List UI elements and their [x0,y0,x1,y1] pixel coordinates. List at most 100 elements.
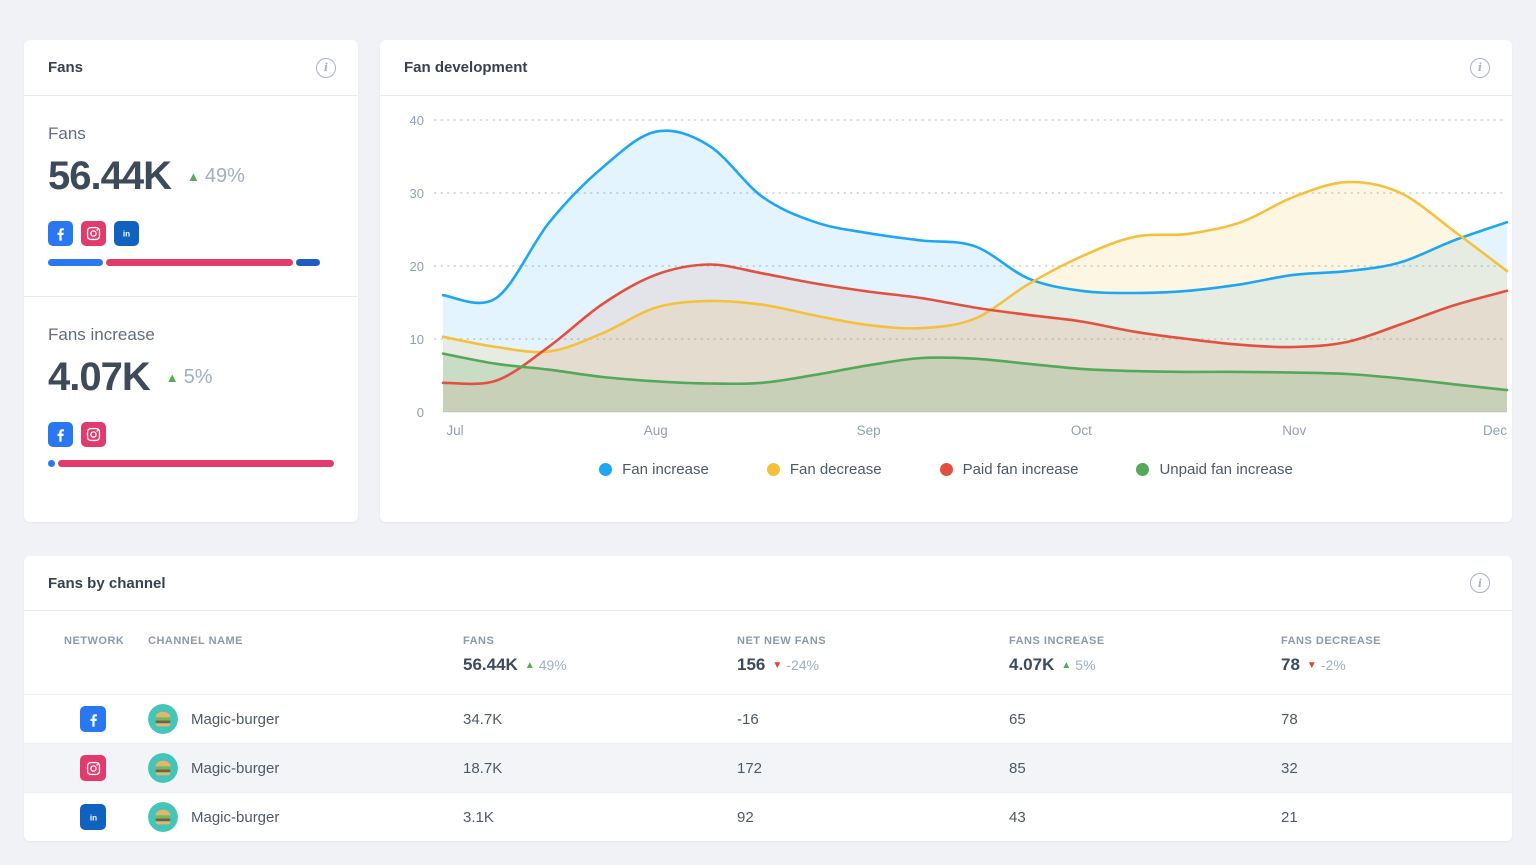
legend-item-paid-fan-increase[interactable]: Paid fan increase [939,461,1079,478]
stat-delta-percent: 49% [204,165,245,187]
trend-down-icon: ▼ [772,659,783,671]
network-icon-row: in [48,221,334,246]
summary-delta: ▼ -24% [772,657,819,673]
channel-avatar [148,753,178,783]
column-header-network[interactable]: NETWORK [48,635,148,647]
legend-item-fan-decrease[interactable]: Fan decrease [766,461,882,478]
summary-delta-percent: -24% [786,657,819,673]
cell-channel: Magic-burger [148,802,463,832]
legend-item-unpaid-fan-increase[interactable]: Unpaid fan increase [1136,461,1293,478]
summary-value: 56.44K [463,655,518,674]
table-summary-row: NETWORK CHANNEL NAME FANS 56.44K ▲ 49% NET NEW… [24,611,1512,694]
cell-increase: 85 [1009,759,1026,777]
stat-value: 4.07K [48,355,151,399]
column-label: NETWORK [64,635,125,647]
table-row-instagram[interactable]: Magic-burger 18.7K 172 85 32 [24,743,1512,792]
facebook-icon[interactable] [48,221,73,246]
network-icon-row [48,422,334,447]
trend-down-icon: ▼ [1306,659,1317,671]
cell-network [48,755,148,781]
cell-channel: Magic-burger [148,704,463,734]
x-axis-month-label: Sep [857,423,881,438]
instagram-icon[interactable] [80,755,106,781]
summary-delta-percent: 5% [1075,657,1096,673]
instagram-icon[interactable] [81,221,106,246]
trend-up-icon: ▲ [165,370,179,385]
legend-label: Fan increase [622,461,709,478]
column-summary: 4.07K ▲ 5% [1009,655,1281,675]
network-share-bar [48,259,320,266]
table-row-facebook[interactable]: Magic-burger 34.7K -16 65 78 [24,694,1512,743]
info-icon[interactable]: i [316,57,336,78]
facebook-share-segment [48,460,55,467]
summary-value: 78 [1281,655,1300,674]
y-axis-tick-label: 20 [410,259,424,274]
stat-label: Fans increase [48,325,155,344]
cell-decrease: 32 [1281,759,1298,777]
cell-network [48,706,148,732]
stat-value-row: 4.07K ▲ 5% [48,355,334,400]
y-axis-tick-label: 30 [410,186,424,201]
summary-delta-percent: 49% [538,657,567,673]
instagram-icon[interactable] [81,422,106,447]
linkedin-share-segment [296,259,320,266]
cell-net_new: -16 [737,710,759,728]
x-axis-month-label: Nov [1282,423,1306,438]
column-header-channel[interactable]: CHANNEL NAME [148,635,463,647]
column-header-decrease[interactable]: FANS DECREASE 78 ▼ -2% [1281,635,1488,675]
info-icon[interactable]: i [1470,573,1490,593]
table-card-title: Fans by channel [48,574,166,592]
instagram-share-segment [106,259,294,266]
fans-card-title: Fans [48,59,84,76]
y-axis-tick-label: 0 [417,405,424,420]
table-card-header: Fans by channel i [24,556,1512,611]
x-axis-month-label: Jul [446,423,463,438]
column-label: CHANNEL NAME [148,635,244,647]
column-summary: 78 ▼ -2% [1281,655,1488,675]
linkedin-icon[interactable]: in [80,804,106,830]
cell-increase: 43 [1009,808,1026,826]
trend-up-icon: ▲ [186,169,200,184]
fan-development-chart: 0 10 20 30 40 Jul Aug Sep Oct Nov Dec [410,113,1509,438]
column-header-fans[interactable]: FANS 56.44K ▲ 49% [463,635,737,675]
channel-name: Magic-burger [191,759,280,777]
column-label: FANS INCREASE [1009,635,1105,647]
channel-name: Magic-burger [191,808,280,826]
fans-card-header: Fans i [24,40,358,96]
legend-dot-icon [1136,463,1150,476]
facebook-icon[interactable] [80,706,106,732]
column-header-net_new[interactable]: NET NEW FANS 156 ▼ -24% [737,635,1009,675]
trend-up-icon: ▲ [524,659,535,671]
column-label: NET NEW FANS [737,635,827,647]
facebook-share-segment [48,259,103,266]
stat-label: Fans [48,124,86,143]
trend-up-icon: ▲ [1061,659,1072,671]
legend-label: Unpaid fan increase [1159,461,1293,478]
dashboard-page: Fans i Fans 56.44K ▲ 49% in Fans increase 4.07… [0,0,1536,865]
column-label: FANS DECREASE [1281,635,1382,647]
y-axis-tick-label: 40 [410,113,424,128]
column-header-increase[interactable]: FANS INCREASE 4.07K ▲ 5% [1009,635,1281,675]
summary-value: 4.07K [1009,655,1055,674]
column-summary: 56.44K ▲ 49% [463,655,737,675]
legend-item-fan-increase[interactable]: Fan increase [599,461,709,478]
summary-value: 156 [737,655,766,674]
network-share-bar [48,460,334,467]
legend-dot-icon [599,463,613,476]
chart-legend: Fan increase Fan decrease Paid fan increas… [380,461,1512,478]
cell-fans: 34.7K [463,710,503,728]
legend-label: Paid fan increase [962,461,1079,478]
facebook-icon[interactable] [48,422,73,447]
stat-delta-percent: 5% [183,366,213,388]
info-icon[interactable]: i [1470,57,1490,78]
cell-decrease: 78 [1281,710,1298,728]
svg-text:in: in [89,813,96,822]
channel-name: Magic-burger [191,710,280,728]
linkedin-icon[interactable]: in [114,221,139,246]
table-row-linkedin[interactable]: in Magic-burger 3.1K 92 43 21 [24,792,1512,841]
stat-delta: ▲ 49% [187,165,245,188]
legend-dot-icon [766,463,780,476]
legend-label: Fan decrease [789,461,882,478]
summary-delta: ▲ 49% [525,657,567,673]
x-axis-month-label: Aug [644,423,668,438]
